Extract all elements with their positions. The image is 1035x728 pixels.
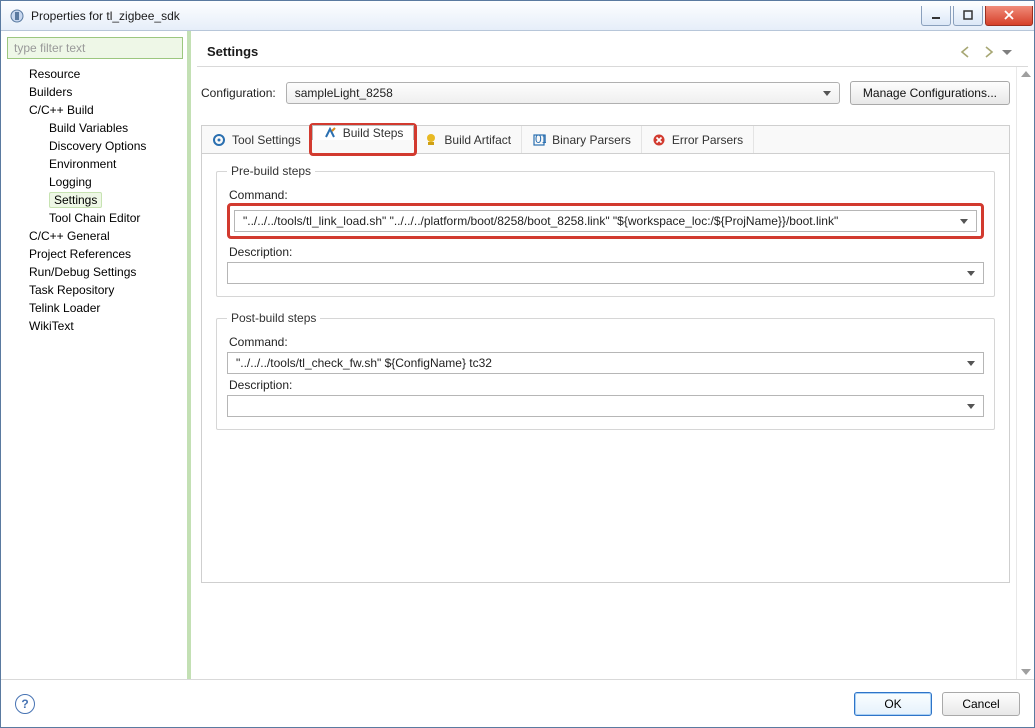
back-icon[interactable] xyxy=(958,44,974,60)
pre-build-legend: Pre-build steps xyxy=(227,164,315,178)
page-title: Settings xyxy=(207,44,258,59)
tree-node[interactable]: Run/Debug Settings xyxy=(7,263,183,281)
build-artifact-icon xyxy=(424,133,438,147)
tab-build-artifact[interactable]: Build Artifact xyxy=(414,126,522,153)
tree-node[interactable]: Project References xyxy=(7,245,183,263)
minimize-button[interactable] xyxy=(921,6,951,26)
error-parsers-icon xyxy=(652,133,666,147)
app-icon xyxy=(9,8,25,24)
tab-tool-settings[interactable]: Tool Settings xyxy=(202,126,312,153)
cancel-button[interactable]: Cancel xyxy=(942,692,1020,716)
pre-build-command-label: Command: xyxy=(229,188,984,202)
post-build-description-input[interactable] xyxy=(227,395,984,417)
menu-dropdown-icon[interactable] xyxy=(1002,44,1018,60)
tab-label: Build Steps xyxy=(343,126,404,140)
scroll-down-icon[interactable] xyxy=(1021,669,1031,675)
tree-node[interactable]: WikiText xyxy=(7,317,183,335)
tree-node[interactable]: Builders xyxy=(7,83,183,101)
tree-node[interactable]: Resource xyxy=(7,65,183,83)
tree-node[interactable]: Task Repository xyxy=(7,281,183,299)
dialog-footer: ? OK Cancel xyxy=(1,679,1034,727)
nav-sidebar: type filter text ResourceBuildersC/C++ B… xyxy=(1,31,191,679)
tree-node[interactable]: Logging xyxy=(7,173,183,191)
titlebar: Properties for tl_zigbee_sdk xyxy=(1,1,1034,31)
filter-placeholder: type filter text xyxy=(14,41,85,55)
binary-parsers-icon: 01 xyxy=(532,133,546,147)
pre-build-command-highlight: "../../../tools/tl_link_load.sh" "../../… xyxy=(227,203,984,239)
configuration-label: Configuration: xyxy=(201,86,276,100)
tab-highlight: Build Steps xyxy=(309,123,418,156)
post-build-command-label: Command: xyxy=(229,335,984,349)
post-build-command-input[interactable]: "../../../tools/tl_check_fw.sh" ${Config… xyxy=(227,352,984,374)
tree-node[interactable]: Environment xyxy=(7,155,183,173)
property-tree[interactable]: ResourceBuildersC/C++ BuildBuild Variabl… xyxy=(7,65,183,673)
close-button[interactable] xyxy=(985,6,1033,26)
page-header: Settings xyxy=(197,37,1028,67)
build-steps-icon xyxy=(323,126,337,140)
scroll-up-icon[interactable] xyxy=(1021,71,1031,77)
forward-icon[interactable] xyxy=(980,44,996,60)
svg-text:01: 01 xyxy=(535,133,546,146)
configuration-row: Configuration: sampleLight_8258 Manage C… xyxy=(201,81,1010,105)
properties-dialog: Properties for tl_zigbee_sdk type filter… xyxy=(0,0,1035,728)
tab-label: Build Artifact xyxy=(444,133,511,147)
build-steps-panel: Pre-build steps Command: "../../../tools… xyxy=(201,153,1010,583)
tree-node[interactable]: Tool Chain Editor xyxy=(7,209,183,227)
filter-input[interactable]: type filter text xyxy=(7,37,183,59)
window-buttons xyxy=(920,6,1034,26)
tab-binary-parsers[interactable]: 01 Binary Parsers xyxy=(522,126,642,153)
tree-node[interactable]: Discovery Options xyxy=(7,137,183,155)
help-button[interactable]: ? xyxy=(15,694,35,714)
settings-tabs: Tool Settings Build Steps Build Artifact 01… xyxy=(201,125,1010,153)
maximize-button[interactable] xyxy=(953,6,983,26)
tab-label: Binary Parsers xyxy=(552,133,631,147)
window-title: Properties for tl_zigbee_sdk xyxy=(31,9,920,23)
configuration-combo[interactable]: sampleLight_8258 xyxy=(286,82,840,104)
tree-node[interactable]: Build Variables xyxy=(7,119,183,137)
tab-label: Tool Settings xyxy=(232,133,301,147)
tree-node[interactable]: C/C++ General xyxy=(7,227,183,245)
vertical-scrollbar[interactable] xyxy=(1016,67,1034,679)
tree-node[interactable]: C/C++ Build xyxy=(7,101,183,119)
tree-node[interactable]: Settings xyxy=(7,191,183,209)
ok-button[interactable]: OK xyxy=(854,692,932,716)
pre-build-fieldset: Pre-build steps Command: "../../../tools… xyxy=(216,164,995,297)
pre-build-description-label: Description: xyxy=(229,245,984,259)
tab-build-steps[interactable]: Build Steps xyxy=(312,125,415,140)
tab-label: Error Parsers xyxy=(672,133,743,147)
post-build-fieldset: Post-build steps Command: "../../../tool… xyxy=(216,311,995,430)
manage-configurations-button[interactable]: Manage Configurations... xyxy=(850,81,1010,105)
pre-build-command-input[interactable]: "../../../tools/tl_link_load.sh" "../../… xyxy=(234,210,977,232)
pre-build-description-input[interactable] xyxy=(227,262,984,284)
tab-error-parsers[interactable]: Error Parsers xyxy=(642,126,754,153)
tree-node[interactable]: Telink Loader xyxy=(7,299,183,317)
tool-settings-icon xyxy=(212,133,226,147)
post-build-legend: Post-build steps xyxy=(227,311,320,325)
post-build-description-label: Description: xyxy=(229,378,984,392)
